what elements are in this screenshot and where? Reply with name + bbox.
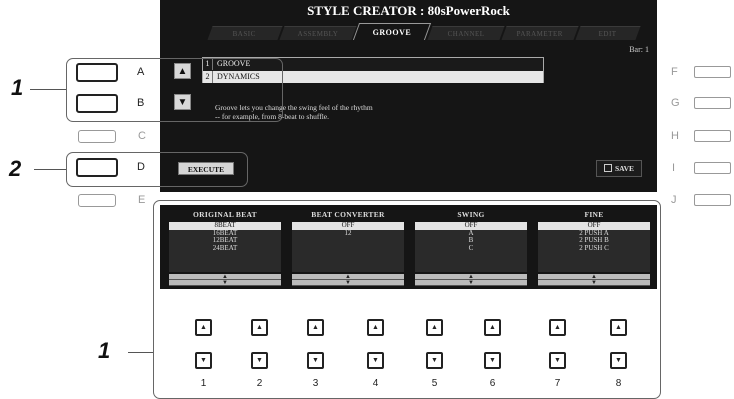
bar-indicator: Bar: 1 [629,45,649,54]
button-6-up[interactable]: ▲ [484,319,501,336]
button-7-up[interactable]: ▲ [549,319,566,336]
button-4-up[interactable]: ▲ [367,319,384,336]
tab-basic[interactable]: BASIC [207,26,283,40]
callout-line [128,352,153,353]
button-7-down[interactable]: ▼ [549,352,566,369]
callout-box-3 [153,200,661,399]
button-g[interactable] [694,97,731,109]
button-number: 2 [256,378,263,389]
callout-number: 1 [98,338,111,363]
button-5-down[interactable]: ▼ [426,352,443,369]
tab-channel[interactable]: CHANNEL [427,26,505,40]
button-4-down[interactable]: ▼ [367,352,384,369]
button-j-label: J [671,194,677,206]
button-2-up[interactable]: ▲ [251,319,268,336]
tab-parameter[interactable]: PARAMETER [501,26,579,40]
button-e[interactable] [78,194,116,207]
disk-icon [603,164,612,172]
button-number: 4 [372,378,379,389]
button-8-down[interactable]: ▼ [610,352,627,369]
callout-box-2 [66,152,248,187]
button-6-down[interactable]: ▼ [484,352,501,369]
button-number: 6 [489,378,496,389]
tab-assembly[interactable]: ASSEMBLY [279,26,357,40]
button-g-label: G [671,97,680,109]
button-c-label: C [138,130,146,142]
button-i-label: I [672,162,676,174]
button-number: 1 [200,378,207,389]
button-i[interactable] [694,162,731,174]
button-3-up[interactable]: ▲ [307,319,324,336]
button-number: 8 [615,378,622,389]
button-f[interactable] [694,66,731,78]
button-8-up[interactable]: ▲ [610,319,627,336]
button-h[interactable] [694,130,731,142]
save-button[interactable]: SAVE [596,160,642,177]
button-1-down[interactable]: ▼ [195,352,212,369]
button-3-down[interactable]: ▼ [307,352,324,369]
tab-groove[interactable]: GROOVE [352,23,432,40]
button-5-up[interactable]: ▲ [426,319,443,336]
callout-line [30,89,66,90]
button-h-label: H [671,130,679,142]
button-c[interactable] [78,130,116,143]
screen-title: STYLE CREATOR : 80sPowerRock [307,3,510,18]
button-e-label: E [138,194,146,206]
button-number: 5 [431,378,438,389]
button-f-label: F [671,66,678,78]
button-j[interactable] [694,194,731,206]
callout-box-1 [66,58,283,122]
button-1-up[interactable]: ▲ [195,319,212,336]
callout-number: 2 [9,156,22,181]
callout-number: 1 [11,75,24,100]
button-number: 3 [312,378,319,389]
style-creator-diagram: STYLE CREATOR : 80sPowerRock BASIC ASSEM… [0,0,734,399]
tab-bar: BASIC ASSEMBLY GROOVE CHANNEL PARAMETER … [207,18,650,40]
tab-edit[interactable]: EDIT [575,26,641,40]
button-2-down[interactable]: ▼ [251,352,268,369]
button-number: 7 [554,378,561,389]
callout-line [34,169,66,170]
